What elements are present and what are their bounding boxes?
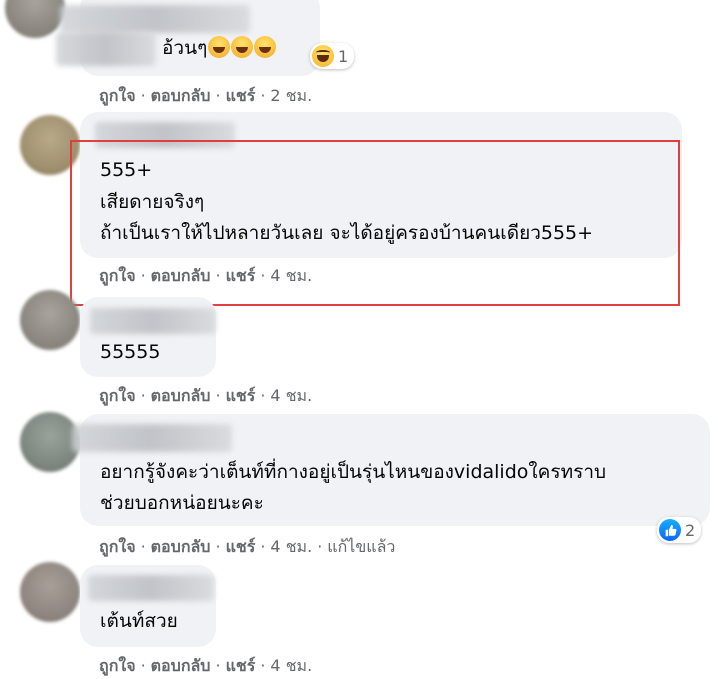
commenter-name-redacted <box>56 32 156 66</box>
reply-button[interactable]: ตอบกลับ <box>151 86 211 105</box>
rolling-laughing-emoji <box>231 36 254 58</box>
reaction-count[interactable]: 1 <box>310 43 355 69</box>
separator: · <box>215 86 221 105</box>
reply-button[interactable]: ตอบกลับ <box>151 386 211 405</box>
rolling-laughing-emoji <box>254 36 277 58</box>
comment-actions: ถูกใจ · ตอบกลับ · แชร์ · 2 ชม. <box>99 84 312 109</box>
separator: · <box>260 537 266 556</box>
share-button[interactable]: แชร์ <box>226 656 256 675</box>
reply-button[interactable]: ตอบกลับ <box>151 537 211 556</box>
reaction-count[interactable]: 2 <box>657 517 702 543</box>
commenter-name-redacted[interactable] <box>90 308 216 334</box>
comment-actions: ถูกใจ · ตอบกลับ · แชร์ · 4 ชม. <box>99 384 312 409</box>
reply-button[interactable]: ตอบกลับ <box>151 656 211 675</box>
comment-line: ช่วยบอกหน่อยนะคะ <box>100 492 264 514</box>
timestamp[interactable]: 4 ชม. <box>270 537 312 556</box>
like-button[interactable]: ถูกใจ <box>99 86 136 105</box>
avatar[interactable] <box>20 412 80 472</box>
separator: · <box>260 656 266 675</box>
separator: · <box>260 386 266 405</box>
share-button[interactable]: แชร์ <box>226 537 256 556</box>
like-button[interactable]: ถูกใจ <box>99 656 136 675</box>
separator: · <box>215 656 221 675</box>
separator: · <box>260 86 266 105</box>
comment-line: อ้วนๆ <box>162 37 208 59</box>
comment-line: อยากรู้จังคะว่าเต็นท์ที่กางอยู่เป็นรุ่นไ… <box>100 461 607 483</box>
share-button[interactable]: แชร์ <box>226 386 256 405</box>
separator: · <box>140 86 146 105</box>
separator: · <box>140 537 146 556</box>
reaction-number: 2 <box>685 520 696 540</box>
separator: · <box>215 537 221 556</box>
commenter-name-redacted[interactable] <box>88 575 214 601</box>
timestamp[interactable]: 4 ชม. <box>270 386 312 405</box>
separator: · <box>317 537 323 556</box>
timestamp[interactable]: 4 ชม. <box>270 656 312 675</box>
separator: · <box>140 386 146 405</box>
comment-text: อ้วนๆ <box>162 34 277 62</box>
comment-line: 55555 <box>100 341 161 363</box>
like-button[interactable]: ถูกใจ <box>99 386 136 405</box>
like-icon <box>659 519 681 541</box>
comment-actions: ถูกใจ · ตอบกลับ · แชร์ · 4 ชม. <box>99 654 312 679</box>
avatar[interactable] <box>20 290 80 350</box>
avatar[interactable] <box>20 562 80 622</box>
avatar[interactable] <box>5 0 65 38</box>
commenter-name-redacted[interactable] <box>60 5 250 33</box>
haha-icon <box>312 45 334 67</box>
separator: · <box>140 656 146 675</box>
rolling-laughing-emoji <box>208 36 231 58</box>
comment-actions: ถูกใจ · ตอบกลับ · แชร์ · 4 ชม. · แก้ไขแล้ว <box>99 535 395 560</box>
separator: · <box>215 386 221 405</box>
highlight-box <box>70 140 680 306</box>
timestamp[interactable]: 2 ชม. <box>270 86 312 105</box>
share-button[interactable]: แชร์ <box>226 86 256 105</box>
like-button[interactable]: ถูกใจ <box>99 537 136 556</box>
comment-line: เต้นท์สวย <box>100 610 178 632</box>
edited-label[interactable]: แก้ไขแล้ว <box>327 537 395 556</box>
reaction-number: 1 <box>338 46 349 66</box>
commenter-name-redacted[interactable] <box>72 424 232 452</box>
